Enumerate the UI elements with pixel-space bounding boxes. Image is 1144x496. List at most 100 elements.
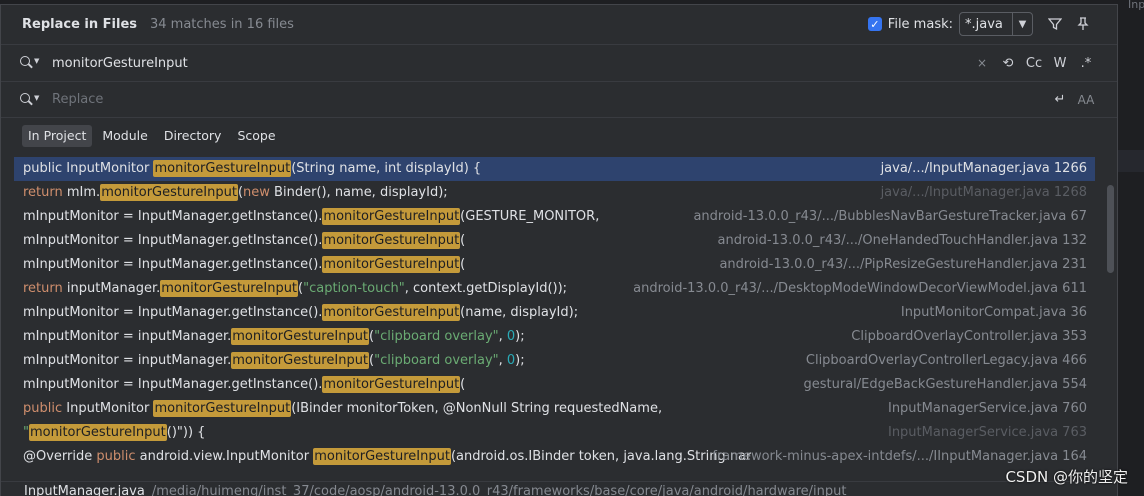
result-row[interactable]: return inputManager.monitorGestureInput(… bbox=[14, 277, 1095, 301]
search-input[interactable]: monitorGestureInput bbox=[52, 56, 188, 71]
result-row[interactable]: "monitorGestureInput()")) {InputManagerS… bbox=[14, 421, 1095, 445]
code-token: public bbox=[96, 449, 140, 464]
result-row[interactable]: mInputMonitor = inputManager.monitorGest… bbox=[14, 325, 1095, 349]
code-token: mInputMonitor = inputManager. bbox=[23, 329, 232, 344]
result-location: android-13.0.0_r43/.../DesktopModeWindow… bbox=[633, 281, 1087, 296]
result-row[interactable]: mInputMonitor = InputManager.getInstance… bbox=[14, 253, 1095, 277]
search-field[interactable]: ▼ monitorGestureInput × ⟲ Cc W .* bbox=[1, 44, 1117, 81]
code-token: ( bbox=[460, 257, 466, 272]
replace-input[interactable]: Replace bbox=[52, 92, 103, 107]
result-code: return inputManager.monitorGestureInput(… bbox=[23, 277, 567, 301]
result-row[interactable]: return mIm.monitorGestureInput(new Binde… bbox=[14, 181, 1095, 205]
code-token: mInputMonitor = InputManager.getInstance… bbox=[23, 377, 323, 392]
result-row[interactable]: public InputMonitor monitorGestureInput(… bbox=[14, 157, 1095, 181]
code-token: return bbox=[23, 281, 67, 296]
replace-history-icon[interactable]: ▼ bbox=[20, 91, 40, 109]
file-mask-label: File mask: bbox=[887, 16, 953, 32]
code-token: public InputMonitor bbox=[23, 161, 154, 176]
match-case-toggle[interactable]: Cc bbox=[1021, 56, 1047, 71]
code-token: (GESTURE_MONITOR, bbox=[460, 209, 600, 224]
code-token: @Override bbox=[23, 449, 97, 464]
preview-file-name: InputManager.java bbox=[24, 484, 145, 496]
code-token: , bbox=[498, 353, 507, 368]
replace-options: ↵ AA bbox=[1047, 92, 1099, 107]
tab-scope[interactable]: Scope bbox=[231, 125, 281, 147]
preview-file-bar: InputManager.java /media/huimeng/inst_37… bbox=[1, 481, 1117, 496]
code-token: (IBinder monitorToken, @NonNull String r… bbox=[291, 401, 663, 416]
result-location: android-13.0.0_r43/.../BubblesNavBarGest… bbox=[693, 209, 1087, 224]
result-code: mInputMonitor = inputManager.monitorGest… bbox=[23, 349, 525, 373]
match-highlight: monitorGestureInput bbox=[322, 256, 461, 273]
results-scrollbar[interactable] bbox=[1107, 185, 1114, 273]
code-token: mIm. bbox=[66, 185, 101, 200]
match-highlight: monitorGestureInput bbox=[153, 400, 292, 417]
match-highlight: monitorGestureInput bbox=[231, 328, 370, 345]
code-token: ( bbox=[460, 233, 466, 248]
preserve-case-toggle[interactable]: AA bbox=[1073, 93, 1099, 107]
match-highlight: monitorGestureInput bbox=[322, 304, 461, 321]
code-token: Binder(), name, displayId); bbox=[274, 185, 448, 200]
result-row[interactable]: mInputMonitor = inputManager.monitorGest… bbox=[14, 349, 1095, 373]
tab-in-project[interactable]: In Project bbox=[22, 125, 93, 147]
pin-icon[interactable] bbox=[1069, 17, 1097, 31]
result-code: @Override public android.view.InputMonit… bbox=[23, 445, 751, 469]
code-token: new bbox=[243, 185, 275, 200]
dialog-title: Replace in Files bbox=[22, 16, 137, 32]
editor-current-line bbox=[1117, 150, 1144, 172]
code-token: (name, displayId); bbox=[460, 305, 579, 320]
result-row[interactable]: mInputMonitor = InputManager.getInstance… bbox=[14, 301, 1095, 325]
filter-icon[interactable] bbox=[1041, 17, 1069, 31]
search-history-icon[interactable]: ▼ bbox=[20, 54, 40, 72]
whole-words-toggle[interactable]: W bbox=[1047, 56, 1073, 71]
result-location: gestural/EdgeBackGestureHandler.java 554 bbox=[803, 377, 1088, 392]
match-highlight: monitorGestureInput bbox=[313, 448, 451, 465]
tab-module[interactable]: Module bbox=[96, 125, 153, 147]
chevron-down-icon[interactable]: ▼ bbox=[1012, 13, 1032, 35]
code-token: inputManager. bbox=[66, 281, 161, 296]
file-mask-combobox[interactable]: *.java ▼ bbox=[959, 12, 1033, 36]
match-highlight: monitorGestureInput bbox=[322, 208, 461, 225]
match-highlight: monitorGestureInput bbox=[322, 232, 461, 249]
result-code: public InputMonitor monitorGestureInput(… bbox=[23, 157, 481, 181]
result-code: mInputMonitor = InputManager.getInstance… bbox=[23, 229, 465, 253]
clear-search-icon[interactable]: × bbox=[969, 56, 995, 70]
code-token: ()")) { bbox=[166, 425, 206, 440]
results-list: public InputMonitor monitorGestureInput(… bbox=[14, 157, 1095, 469]
watermark: CSDN @你的坚定 bbox=[1005, 468, 1128, 486]
result-code: mInputMonitor = InputManager.getInstance… bbox=[23, 301, 578, 325]
result-location: android-13.0.0_r43/.../OneHandedTouchHan… bbox=[717, 233, 1088, 248]
code-token: mInputMonitor = InputManager.getInstance… bbox=[23, 209, 323, 224]
replace-in-files-dialog: Replace in Files 34 matches in 16 files … bbox=[0, 4, 1118, 496]
editor-edge-text: Inpu bbox=[1128, 0, 1144, 11]
code-token: , context.getDisplayId()); bbox=[404, 281, 568, 296]
code-token: ); bbox=[515, 353, 525, 368]
code-token: mInputMonitor = InputManager.getInstance… bbox=[23, 233, 323, 248]
replace-field[interactable]: ▼ Replace ↵ AA bbox=[1, 81, 1117, 118]
preview-file-path: /media/huimeng/inst_37/code/aosp/android… bbox=[151, 484, 847, 496]
result-location: android-13.0.0_r43/.../PipResizeGestureH… bbox=[719, 257, 1087, 272]
result-row[interactable]: public InputMonitor monitorGestureInput(… bbox=[14, 397, 1095, 421]
code-token: (android.os.IBinder token, java.lang.Str… bbox=[450, 449, 752, 464]
result-row[interactable]: mInputMonitor = InputManager.getInstance… bbox=[14, 229, 1095, 253]
code-token: mInputMonitor = InputManager.getInstance… bbox=[23, 305, 323, 320]
code-token: public bbox=[23, 401, 67, 416]
new-line-icon[interactable]: ⟲ bbox=[995, 56, 1021, 71]
match-highlight: monitorGestureInput bbox=[322, 376, 461, 393]
dialog-header[interactable]: Replace in Files 34 matches in 16 files … bbox=[1, 5, 1117, 43]
result-location: ClipboardOverlayController.java 353 bbox=[851, 329, 1087, 344]
result-row[interactable]: mInputMonitor = InputManager.getInstance… bbox=[14, 205, 1095, 229]
search-options: × ⟲ Cc W .* bbox=[969, 56, 1099, 71]
result-row[interactable]: mInputMonitor = InputManager.getInstance… bbox=[14, 373, 1095, 397]
code-token: return bbox=[23, 185, 67, 200]
result-row[interactable]: @Override public android.view.InputMonit… bbox=[14, 445, 1095, 469]
tab-directory[interactable]: Directory bbox=[158, 125, 228, 147]
new-line-icon[interactable]: ↵ bbox=[1047, 92, 1073, 107]
file-mask-checkbox[interactable]: ✓ bbox=[867, 17, 882, 31]
match-highlight: monitorGestureInput bbox=[160, 280, 299, 297]
result-code: mInputMonitor = InputManager.getInstance… bbox=[23, 373, 465, 397]
result-code: mInputMonitor = InputManager.getInstance… bbox=[23, 253, 465, 277]
code-token: ( bbox=[460, 377, 466, 392]
code-token: (String name, int displayId) { bbox=[291, 161, 482, 176]
regex-toggle[interactable]: .* bbox=[1073, 56, 1099, 71]
scope-tabs: In Project Module Directory Scope bbox=[22, 125, 282, 147]
